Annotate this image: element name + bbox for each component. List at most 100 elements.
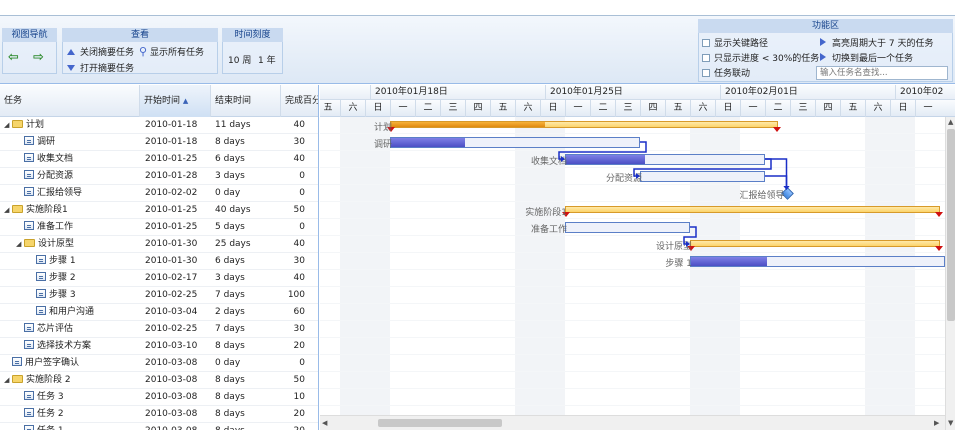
task-search-input[interactable] — [816, 66, 948, 80]
table-row[interactable]: 任务 2 2010-03-08 8 days 20 — [0, 406, 318, 423]
table-row[interactable]: 任务 1 2010-03-08 8 days20 — [0, 423, 318, 430]
end-date-cell: 7 days — [215, 290, 245, 300]
task-name-cell: 任务 3 — [16, 389, 140, 406]
task-linkage-checkbox[interactable]: 任务联动 — [702, 68, 750, 80]
task-name-cell: 准备工作 — [16, 219, 140, 236]
end-date-cell: 2 days — [215, 307, 245, 317]
horizontal-scroll-thumb[interactable] — [378, 419, 502, 427]
table-row[interactable]: ◢ 计划 2010-01-18 11 days 40 — [0, 117, 318, 134]
expand-toggle-icon[interactable]: ◢ — [4, 372, 12, 389]
expand-summary-button[interactable]: 打开摘要任务 — [67, 63, 134, 75]
highlight-long-tasks-button[interactable]: 高亮周期大于 7 天的任务 — [820, 38, 933, 50]
task-name: 任务 2 — [37, 409, 64, 419]
table-row[interactable]: ◢ 实施阶段 2 2010-03-08 8 days 50 — [0, 372, 318, 389]
table-row[interactable]: 芯片评估 2010-02-25 7 days 30 — [0, 321, 318, 338]
horizontal-scrollbar[interactable]: ◀ ▶ — [320, 415, 945, 430]
summary-end-cap — [935, 246, 943, 251]
row-divider — [320, 405, 945, 406]
task-name: 步骤 2 — [49, 273, 76, 283]
table-row[interactable]: 用户签字确认 2010-03-08 0 day 0 — [0, 355, 318, 372]
expand-toggle-icon[interactable]: ◢ — [16, 236, 24, 253]
ribbon-toolbar: 视图导航 ⇦ ⇨ 查看 关闭摘要任务 ⚲ 显示所有任务 打开摘要任务 时间刻度 … — [0, 16, 955, 84]
expand-toggle-icon[interactable]: ◢ — [4, 202, 12, 219]
task-icon — [24, 221, 34, 230]
scale-1-year-button[interactable]: 1 年 — [258, 55, 276, 67]
task-bar[interactable] — [565, 222, 690, 233]
table-row[interactable]: 和用户沟通 2010-03-04 2 days 60 — [0, 304, 318, 321]
table-row[interactable]: 收集文档 2010-01-25 6 days 40 — [0, 151, 318, 168]
column-header-task[interactable]: 任务 — [0, 85, 140, 117]
critical-path-checkbox[interactable]: 显示关键路径 — [702, 38, 768, 50]
task-bar[interactable] — [640, 171, 765, 182]
end-date-cell: 8 days — [215, 423, 279, 430]
expand-toggle-icon[interactable]: ◢ — [4, 117, 12, 134]
switch-last-task-button[interactable]: 切换到最后一个任务 — [820, 53, 913, 65]
table-row[interactable]: 准备工作 2010-01-25 5 days 0 — [0, 219, 318, 236]
percent-cell: 50 — [293, 205, 305, 215]
summary-bar[interactable] — [687, 240, 943, 251]
week-label: 2010年02 — [895, 85, 955, 100]
task-bar[interactable] — [390, 137, 640, 148]
column-header-end[interactable]: 结束时间 — [211, 85, 281, 117]
day-label: 五 — [490, 100, 515, 117]
task-bar[interactable] — [565, 154, 765, 165]
task-icon — [24, 391, 34, 400]
scroll-right-icon[interactable]: ▶ — [934, 419, 939, 427]
summary-bar[interactable] — [387, 121, 781, 132]
table-row[interactable]: 步骤 2 2010-02-17 3 days 40 — [0, 270, 318, 287]
left-arrow-icon[interactable]: ⇦ — [8, 51, 19, 64]
end-date-cell: 6 days — [215, 154, 245, 164]
collapse-summary-button[interactable]: 关闭摘要任务 — [67, 47, 134, 59]
table-row[interactable]: ◢ 设计原型 2010-01-30 25 days 40 — [0, 236, 318, 253]
right-arrow-icon[interactable]: ⇨ — [33, 51, 44, 64]
day-label: 六 — [865, 100, 890, 117]
percent-cell: 40 — [293, 154, 305, 164]
row-divider — [320, 354, 945, 355]
table-row[interactable]: ◢ 实施阶段1 2010-01-25 40 days 50 — [0, 202, 318, 219]
day-label: 二 — [590, 100, 615, 117]
progress-filter-checkbox[interactable]: 只显示进度 < 30%的任务 — [702, 53, 819, 65]
row-divider — [320, 320, 945, 321]
vertical-scrollbar[interactable]: ▲ ▼ — [945, 117, 955, 430]
table-row[interactable]: 汇报给领导 2010-02-02 0 day 0 — [0, 185, 318, 202]
row-divider — [320, 218, 945, 219]
vertical-scroll-thumb[interactable] — [947, 129, 955, 321]
nav-group-title: 视图导航 — [2, 28, 57, 42]
column-header-start[interactable]: 开始时间 ▲ — [140, 85, 211, 117]
percent-cell: 40 — [293, 120, 305, 130]
task-bar[interactable] — [690, 256, 945, 267]
task-icon — [12, 357, 22, 366]
start-date-cell: 2010-03-10 — [145, 341, 198, 351]
show-all-tasks-button[interactable]: ⚲ 显示所有任务 — [139, 46, 204, 59]
table-row[interactable]: 选择技术方案 2010-03-10 8 days 20 — [0, 338, 318, 355]
task-icon — [36, 289, 46, 298]
table-row[interactable]: 任务 3 2010-03-08 8 days 10 — [0, 389, 318, 406]
row-divider — [320, 388, 945, 389]
column-header-percent[interactable]: 完成百分 — [281, 85, 318, 117]
scroll-up-icon[interactable]: ▲ — [948, 118, 953, 126]
start-date-cell: 2010-02-02 — [145, 188, 198, 198]
day-header: 五六日一二三四五六日一二三四五六日一二三四五六日一 — [320, 100, 955, 117]
summary-bar[interactable] — [562, 206, 943, 217]
row-divider — [320, 286, 945, 287]
task-name-cell: 步骤 2 — [28, 270, 140, 287]
start-date-cell: 2010-01-30 — [145, 239, 198, 249]
table-row[interactable]: 调研 2010-01-18 8 days 30 — [0, 134, 318, 151]
folder-icon — [12, 120, 23, 128]
day-label: 日 — [715, 100, 740, 117]
link-line — [765, 175, 788, 188]
percent-cell: 10 — [293, 392, 305, 402]
task-name-cell: 调研 — [16, 134, 140, 151]
bar-label: 汇报给领导 — [739, 191, 785, 201]
table-row[interactable]: 步骤 3 2010-02-25 7 days 100 — [0, 287, 318, 304]
day-label: 三 — [440, 100, 465, 117]
table-row[interactable]: 分配资源 2010-01-28 3 days 0 — [0, 168, 318, 185]
scale-10-weeks-button[interactable]: 10 周 — [228, 55, 251, 67]
day-label: 三 — [790, 100, 815, 117]
scroll-left-icon[interactable]: ◀ — [322, 419, 327, 427]
table-row[interactable]: 步骤 1 2010-01-30 6 days 30 — [0, 253, 318, 270]
week-label: 2010年02月01日 — [720, 85, 895, 100]
day-label: 一 — [740, 100, 765, 117]
end-date-cell: 3 days — [215, 273, 245, 283]
scroll-down-icon[interactable]: ▼ — [948, 419, 953, 427]
